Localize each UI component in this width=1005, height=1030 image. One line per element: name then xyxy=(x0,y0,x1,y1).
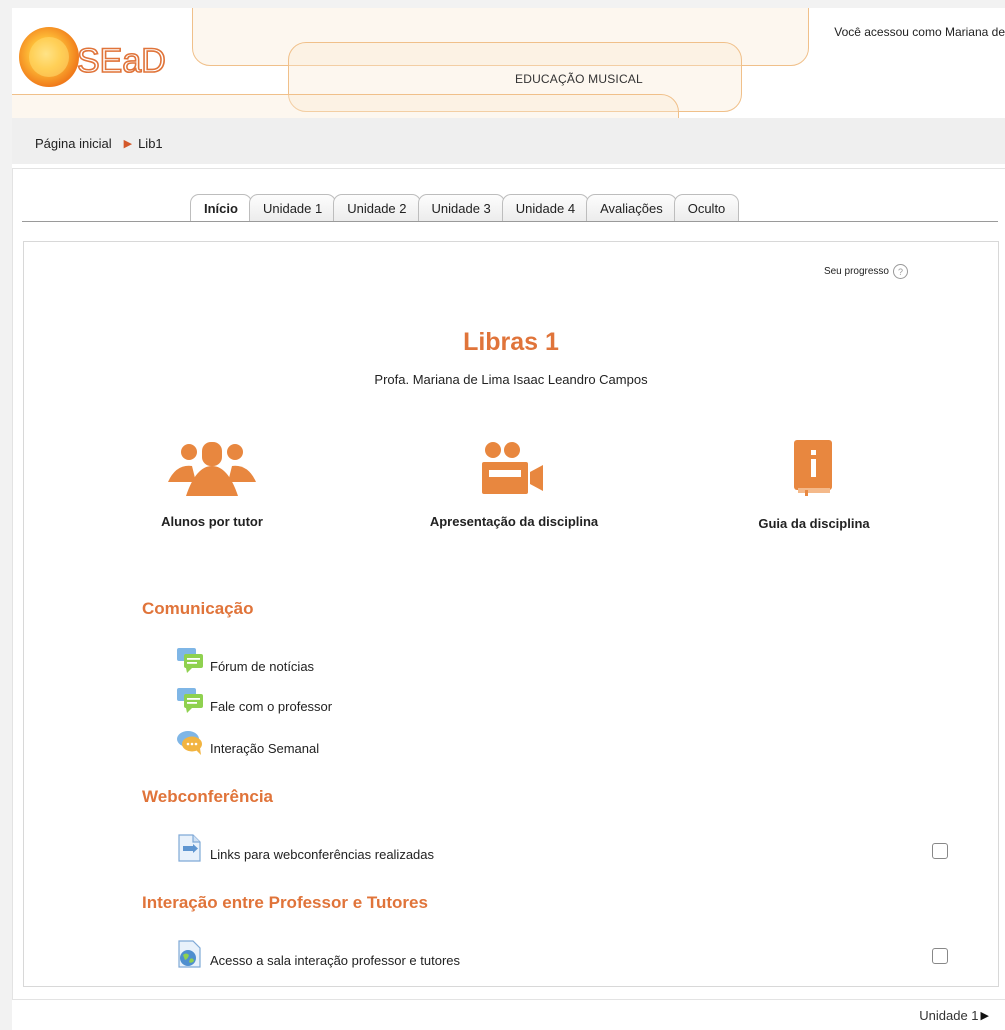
feature-label: Apresentação da disciplina xyxy=(429,514,599,529)
activity-sala-interacao[interactable]: Acesso a sala interação professor e tuto… xyxy=(176,940,460,968)
activity-label: Acesso a sala interação professor e tuto… xyxy=(210,953,461,968)
group-icon xyxy=(168,442,256,496)
tab-unidade-3[interactable]: Unidade 3 xyxy=(417,194,505,221)
completion-checkbox[interactable] xyxy=(932,843,948,859)
video-camera-icon xyxy=(482,442,543,494)
help-icon[interactable]: ? xyxy=(893,264,908,279)
url-icon xyxy=(176,834,204,862)
next-unit-label: Unidade 1 xyxy=(919,1008,979,1023)
site-header: SEaD Você acessou como Mariana de EDUCAÇ… xyxy=(12,8,1005,118)
tab-unidade-2[interactable]: Unidade 2 xyxy=(333,194,421,221)
arrow-right-icon: ▶ xyxy=(980,1010,989,1022)
tab-avaliacoes[interactable]: Avaliações xyxy=(586,194,677,221)
breadcrumb-bar: Página inicial ▶ Lib1 xyxy=(12,118,1005,164)
section-title-webconferencia: Webconferência xyxy=(142,787,274,806)
feature-label: Alunos por tutor xyxy=(161,514,263,529)
svg-text:SEaD: SEaD xyxy=(77,42,166,80)
tab-bar: Início Unidade 1 Unidade 2 Unidade 3 Uni… xyxy=(190,194,740,221)
activity-label: Links para webconferências realizadas xyxy=(210,847,435,862)
activity-label: Interação Semanal xyxy=(210,741,320,756)
activity-label: Fórum de notícias xyxy=(210,659,315,674)
progress-indicator: Seu progresso ? xyxy=(824,264,908,279)
breadcrumb: Página inicial ▶ Lib1 xyxy=(35,136,163,151)
feature-apresentacao[interactable]: Apresentação da disciplina xyxy=(409,438,619,529)
tab-unidade-1[interactable]: Unidade 1 xyxy=(248,194,337,221)
section-title-comunicacao: Comunicação xyxy=(142,599,254,618)
tab-unidade-4[interactable]: Unidade 4 xyxy=(501,194,590,221)
activity-links-webconferencias[interactable]: Links para webconferências realizadas xyxy=(176,834,434,862)
tab-divider xyxy=(22,221,998,222)
book-info-icon xyxy=(794,440,832,496)
header-decoration xyxy=(12,94,679,118)
page: SEaD Você acessou como Mariana de EDUCAÇ… xyxy=(12,8,1005,1030)
tab-inicio[interactable]: Início xyxy=(190,194,252,221)
course-content-panel: Seu progresso ? Libras 1 Profa. Mariana … xyxy=(23,241,999,987)
activity-interacao-semanal[interactable]: Interação Semanal xyxy=(176,728,319,756)
breadcrumb-separator-icon: ▶ xyxy=(123,138,133,150)
course-title: Libras 1 xyxy=(463,328,559,356)
progress-label: Seu progresso xyxy=(823,266,889,277)
forum-icon xyxy=(176,686,204,714)
activity-fale-com-professor[interactable]: Fale com o professor xyxy=(176,686,332,714)
tab-oculto[interactable]: Oculto xyxy=(673,194,740,221)
forum-icon xyxy=(176,646,204,674)
feature-guia[interactable]: Guia da disciplina xyxy=(739,438,889,531)
course-category-title: EDUCAÇÃO MUSICAL xyxy=(515,72,643,86)
section-title-interacao-professor-tutores: Interação entre Professor e Tutores xyxy=(142,893,428,912)
chat-icon xyxy=(176,728,204,756)
feature-alunos-por-tutor[interactable]: Alunos por tutor xyxy=(142,438,282,529)
feature-label: Guia da disciplina xyxy=(758,516,870,531)
globe-icon xyxy=(176,940,204,968)
completion-checkbox[interactable] xyxy=(932,948,948,964)
activity-label: Fale com o professor xyxy=(210,699,333,714)
sead-logo[interactable]: SEaD xyxy=(17,20,177,90)
next-unit-link[interactable]: Unidade 1 ▶ xyxy=(919,1008,989,1023)
course-teacher: Profa. Mariana de Lima Isaac Leandro Cam… xyxy=(374,372,648,387)
logged-in-user-text[interactable]: Você acessou como Mariana de xyxy=(834,25,1005,39)
activity-forum-noticias[interactable]: Fórum de notícias xyxy=(176,646,314,674)
breadcrumb-home-link[interactable]: Página inicial xyxy=(35,136,112,151)
breadcrumb-current-link[interactable]: Lib1 xyxy=(138,136,163,151)
